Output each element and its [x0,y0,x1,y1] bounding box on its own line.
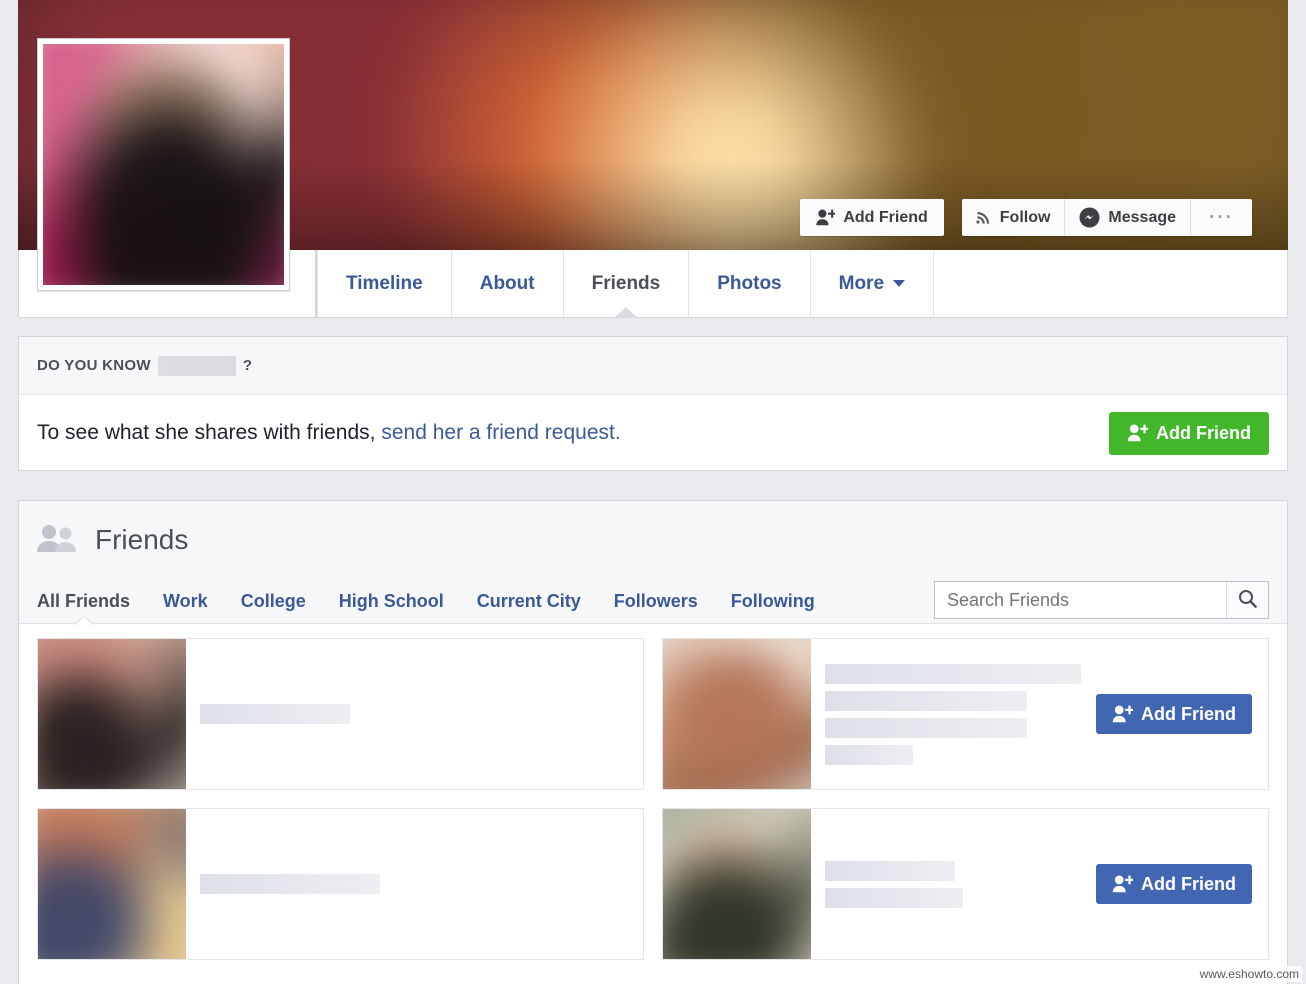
avatar [43,44,284,285]
friend-info [186,809,643,959]
add-friend-button-card[interactable]: Add Friend [1096,864,1252,904]
tab-timeline[interactable]: Timeline [317,250,452,317]
add-friend-button-primary-label: Add Friend [1156,422,1251,443]
redacted-line [825,887,963,908]
message-button-label: Message [1108,208,1177,226]
add-friend-button-card-label: Add Friend [1141,703,1236,724]
do-you-know-body: To see what she shares with friends, sen… [19,395,1287,471]
filter-tab-work-label: Work [163,590,208,611]
do-you-know-suffix: ? [242,357,253,374]
filter-tab-followers[interactable]: Followers [614,591,698,612]
search-input[interactable] [935,582,1226,618]
friend-info: Add Friend [811,809,1268,959]
friend-info [186,639,643,789]
add-friend-button-primary[interactable]: Add Friend [1109,411,1269,455]
chevron-down-icon [893,280,906,287]
profile-picture-frame[interactable] [37,38,290,291]
filter-tab-work[interactable]: Work [163,591,208,612]
tab-friends[interactable]: Friends [564,250,690,317]
filter-tab-current-city[interactable]: Current City [477,591,581,612]
message-button[interactable]: Message [1065,199,1192,236]
do-you-know-message: To see what she shares with friends, sen… [37,421,621,445]
tab-about[interactable]: About [452,250,564,317]
tab-about-label: About [479,272,535,294]
friends-group-icon [37,523,77,558]
search-submit-button[interactable] [1226,582,1268,618]
facebook-profile-friends-page: Add Friend Follow Message ··· Timeline A… [0,0,1306,984]
add-friend-button-cover[interactable]: Add Friend [800,199,944,236]
tab-photos-label: Photos [717,272,782,294]
tab-timeline-label: Timeline [346,272,423,294]
filter-tab-college[interactable]: College [241,591,306,612]
friend-card[interactable] [37,638,644,790]
filter-tab-high-school-label: High School [338,590,444,611]
do-you-know-message-text: To see what she shares with friends, [37,421,376,444]
filter-tab-following[interactable]: Following [731,591,815,612]
filter-tab-followers-label: Followers [613,590,698,611]
site-watermark: www.eshowto.com [1196,966,1302,982]
friend-name-redacted [200,704,350,724]
more-options-button[interactable]: ··· [1191,199,1252,236]
friend-photo[interactable] [663,639,811,789]
add-friend-button-cover-label: Add Friend [843,208,928,226]
friends-section-header: Friends [19,501,1287,579]
friend-card[interactable]: Add Friend [662,638,1269,790]
filter-tab-college-label: College [240,590,306,611]
filter-tab-all-friends-label: All Friends [37,590,131,611]
tab-photos[interactable]: Photos [689,250,811,317]
redacted-line [825,663,1081,684]
rss-feed-icon [976,210,992,226]
tabbar-filler [934,250,1287,317]
filter-tab-high-school[interactable]: High School [339,591,444,612]
redacted-line [825,744,913,765]
profile-nav-tabs: Timeline About Friends Photos More [316,250,1288,318]
redacted-line [825,860,955,881]
person-plus-icon [1112,705,1133,723]
friends-grid: Add Friend Add Friend [19,624,1287,960]
friend-name-redacted [200,874,380,894]
cover-action-buttons: Add Friend Follow Message ··· [800,199,1252,236]
filter-tab-following-label: Following [730,590,815,611]
person-plus-icon [1127,424,1148,442]
search-icon [1238,589,1257,611]
messenger-icon [1079,207,1100,228]
person-plus-icon [816,209,836,226]
friend-info: Add Friend [811,639,1268,789]
page-title: Friends [95,524,189,555]
ellipsis-icon: ··· [1209,207,1234,228]
redacted-line [825,717,1027,738]
redacted-line [200,874,380,894]
follow-button[interactable]: Follow [962,199,1066,236]
search-friends-box [934,581,1269,619]
friends-panel: Friends All Friends Work College High Sc… [18,500,1288,984]
redacted-line [200,704,350,724]
do-you-know-prefix: DO YOU KNOW [37,357,151,374]
filter-tab-current-city-label: Current City [476,590,581,611]
send-friend-request-link[interactable]: send her a friend request. [381,421,620,444]
do-you-know-panel: DO YOU KNOW ? To see what she shares wit… [18,336,1288,471]
add-friend-button-card[interactable]: Add Friend [1096,694,1252,734]
follow-button-label: Follow [999,208,1051,226]
friend-photo[interactable] [663,809,811,959]
friend-photo[interactable] [38,639,186,789]
friend-name-redacted [825,860,963,908]
friend-card[interactable] [37,808,644,960]
person-plus-icon [1112,875,1133,893]
friend-card[interactable]: Add Friend [662,808,1269,960]
friends-filter-tabs: All Friends Work College High School Cur… [19,579,1287,624]
add-friend-button-card-label: Add Friend [1141,873,1236,894]
redacted-line [825,690,1027,711]
do-you-know-header: DO YOU KNOW ? [19,337,1287,395]
cover-secondary-button-group: Follow Message ··· [961,199,1252,236]
tab-friends-label: Friends [591,272,661,294]
filter-tab-all-friends[interactable]: All Friends [37,591,130,612]
tab-more-label: More [838,272,885,294]
tab-more[interactable]: More [811,250,935,317]
redacted-profile-name [157,355,236,376]
friend-photo[interactable] [38,809,186,959]
friend-name-redacted [825,663,1081,765]
